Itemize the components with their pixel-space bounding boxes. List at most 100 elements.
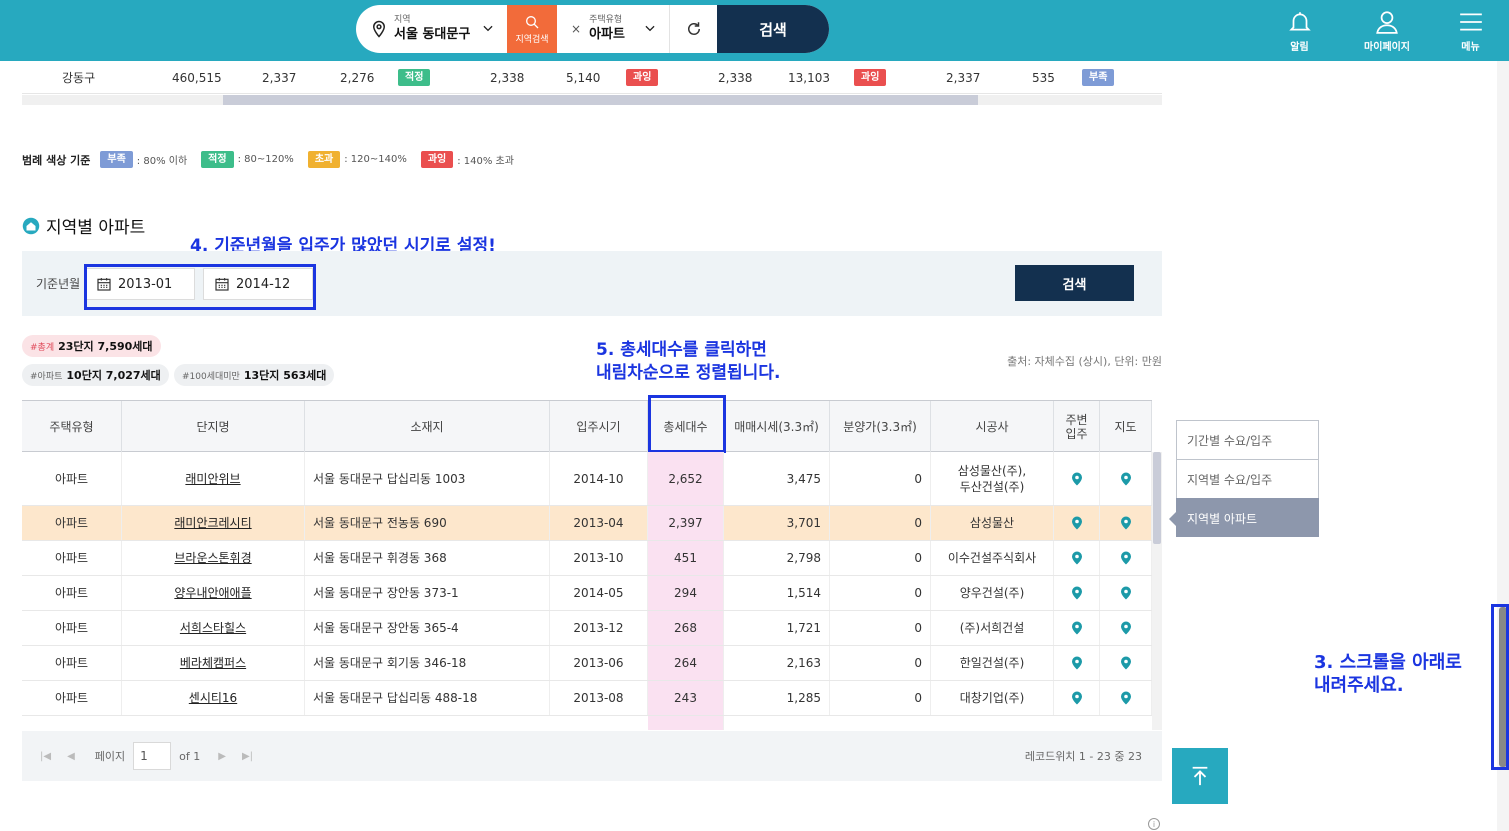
nearby-pin-icon[interactable]	[1071, 516, 1083, 530]
map-pin-cell[interactable]	[1100, 541, 1152, 575]
chevron-down-icon	[483, 25, 493, 32]
nearby-pin-cell[interactable]	[1054, 646, 1100, 680]
table-row[interactable]: 아파트 래미안위브 서울 동대문구 답십리동 1003 2014-10 2,652 3,4…	[22, 452, 1152, 506]
table-row[interactable]: 아파트 래미안크레시티 서울 동대문구 전농동 690 2013-04 2,397 3,7…	[22, 506, 1152, 541]
cell-type: 아파트	[22, 611, 122, 645]
nearby-pin-icon[interactable]	[1071, 621, 1083, 635]
nearby-pin-cell[interactable]	[1054, 576, 1100, 610]
map-pin-cell[interactable]	[1100, 646, 1152, 680]
map-pin-icon[interactable]	[1120, 472, 1132, 486]
page-input[interactable]: 1	[133, 742, 172, 770]
last-page-icon[interactable]: ▶|	[242, 751, 253, 762]
table-header: 주택유형 단지명 소재지 입주시기 총세대수 매매시세(3.3㎡) 분양가(3.…	[22, 400, 1152, 452]
map-pin-cell[interactable]	[1100, 681, 1152, 715]
col-header-presale-price[interactable]: 분양가(3.3㎡)	[830, 401, 931, 452]
region-search-button[interactable]: 지역검색	[507, 5, 557, 53]
table-body: 아파트 래미안위브 서울 동대문구 답십리동 1003 2014-10 2,652 3,4…	[22, 452, 1152, 730]
cell: 2,338	[490, 70, 525, 85]
housing-type-select[interactable]: × 주택유형 아파트	[557, 5, 669, 53]
next-page-icon[interactable]: ▶	[218, 751, 226, 762]
sidenav-item-region-apartment[interactable]: 지역별 아파트	[1169, 498, 1319, 537]
map-pin-icon[interactable]	[1120, 656, 1132, 670]
cell-name[interactable]: 양우내안애애플	[122, 576, 305, 610]
cell-name[interactable]: 래미안크레시티	[122, 506, 305, 540]
map-pin-cell[interactable]	[1100, 452, 1152, 505]
map-pin-cell[interactable]	[1100, 611, 1152, 645]
sidenav-item-region-demand[interactable]: 지역별 수요/입주	[1176, 459, 1319, 498]
nearby-pin-icon[interactable]	[1071, 691, 1083, 705]
cell-units: 264	[648, 646, 724, 680]
map-pin-cell[interactable]	[1100, 506, 1152, 540]
table-row[interactable]: 아파트 양우내안애애플 서울 동대문구 장안동 373-1 2014-05 294 1,5…	[22, 576, 1152, 611]
col-header-nearby[interactable]: 주변 입주	[1054, 401, 1100, 452]
cell-price: 2,798	[724, 541, 830, 575]
cell-builder: 대창기업(주)	[931, 681, 1054, 715]
col-header-builder[interactable]: 시공사	[931, 401, 1054, 452]
legend-badge-excess: 과잉	[420, 151, 454, 168]
nearby-pin-icon[interactable]	[1071, 472, 1083, 486]
sidenav-item-period[interactable]: 기간별 수요/입주	[1176, 420, 1319, 459]
cell-price: 3,701	[724, 506, 830, 540]
badge-cell: 과잉	[854, 61, 887, 94]
cell-name[interactable]: 서희스타힐스	[122, 611, 305, 645]
table-vertical-scrollbar[interactable]	[1152, 452, 1162, 730]
prev-page-icon[interactable]: ◀	[67, 751, 75, 762]
map-pin-icon[interactable]	[1120, 551, 1132, 565]
table-row[interactable]: 아파트 서희스타힐스 서울 동대문구 장안동 365-4 2013-12 268 1,72…	[22, 611, 1152, 646]
notification-button[interactable]: 알림	[1257, 0, 1342, 61]
cell-type: 아파트	[22, 576, 122, 610]
first-page-icon[interactable]: |◀	[40, 751, 51, 762]
map-pin-icon[interactable]	[1120, 516, 1132, 530]
location-pin-icon	[372, 20, 386, 38]
nearby-pin-cell[interactable]	[1054, 452, 1100, 505]
info-icon[interactable]: i	[1148, 818, 1160, 830]
col-header-name[interactable]: 단지명	[122, 401, 305, 452]
col-header-sale-price[interactable]: 매매시세(3.3㎡)	[724, 401, 830, 452]
col-header-type[interactable]: 주택유형	[22, 401, 122, 452]
clear-icon[interactable]: ×	[571, 22, 581, 36]
housing-type-value: 아파트	[589, 27, 625, 42]
region-select[interactable]: 지역 서울 동대문구	[356, 5, 507, 53]
legend-badge-over: 초과	[307, 151, 341, 168]
summary-key: #총계	[30, 342, 55, 353]
map-pin-cell[interactable]	[1100, 576, 1152, 610]
cell-name[interactable]: 브라운스톤휘경	[122, 541, 305, 575]
cell-name[interactable]: 센시티16	[122, 681, 305, 715]
cell-name[interactable]: 베라체캠퍼스	[122, 646, 305, 680]
table-row[interactable]	[22, 716, 1152, 730]
scroll-to-top-button[interactable]	[1172, 748, 1228, 804]
nearby-pin-cell[interactable]	[1054, 541, 1100, 575]
map-pin-icon[interactable]	[1120, 586, 1132, 600]
annotation-step3-line1: 3. 스크롤을 아래로	[1314, 652, 1462, 673]
nearby-pin-cell[interactable]	[1054, 681, 1100, 715]
menu-button[interactable]: 메뉴	[1432, 0, 1509, 61]
col-header-address[interactable]: 소재지	[305, 401, 550, 452]
mypage-button[interactable]: 마이페이지	[1342, 0, 1432, 61]
top-bar: 지역 서울 동대문구 지역검색 × 주택유형 아파트 검색 알림 마이페이지 메…	[0, 0, 1509, 61]
refresh-button[interactable]	[669, 5, 717, 53]
cell-presale: 0	[830, 611, 931, 645]
horizontal-scrollbar[interactable]	[22, 95, 1162, 105]
table-row[interactable]: 아파트 센시티16 서울 동대문구 답십리동 488-18 2013-08 243 1,2…	[22, 681, 1152, 716]
table-row[interactable]: 아파트 브라운스톤휘경 서울 동대문구 휘경동 368 2013-10 451 2,798…	[22, 541, 1152, 576]
scrollbar-thumb[interactable]	[1153, 452, 1161, 544]
nearby-pin-icon[interactable]	[1071, 586, 1083, 600]
nearby-pin-cell[interactable]	[1054, 611, 1100, 645]
map-pin-icon[interactable]	[1120, 691, 1132, 705]
nearby-pin-icon[interactable]	[1071, 656, 1083, 670]
nearby-pin-cell[interactable]	[1054, 506, 1100, 540]
header-search-button[interactable]: 검색	[717, 5, 829, 53]
pagination: |◀ ◀ 페이지 1 of 1 ▶ ▶| 레코드위치 1 - 23 중 23	[22, 731, 1162, 781]
cell-name[interactable]: 래미안위브	[122, 452, 305, 505]
filter-search-button[interactable]: 검색	[1015, 265, 1134, 301]
cell-units: 2,397	[648, 506, 724, 540]
map-pin-icon[interactable]	[1120, 621, 1132, 635]
legend-badge-ok: 적정	[201, 151, 234, 168]
scrollbar-thumb[interactable]	[223, 95, 978, 105]
table-row[interactable]: 아파트 베라체캠퍼스 서울 동대문구 회기동 346-18 2013-06 264 2,1…	[22, 646, 1152, 681]
col-header-date[interactable]: 입주시기	[550, 401, 648, 452]
annotation-step3: 3. 스크롤을 아래로 내려주세요.	[1314, 651, 1462, 697]
cell-date: 2014-10	[550, 452, 648, 505]
nearby-pin-icon[interactable]	[1071, 551, 1083, 565]
col-header-map[interactable]: 지도	[1100, 401, 1152, 452]
